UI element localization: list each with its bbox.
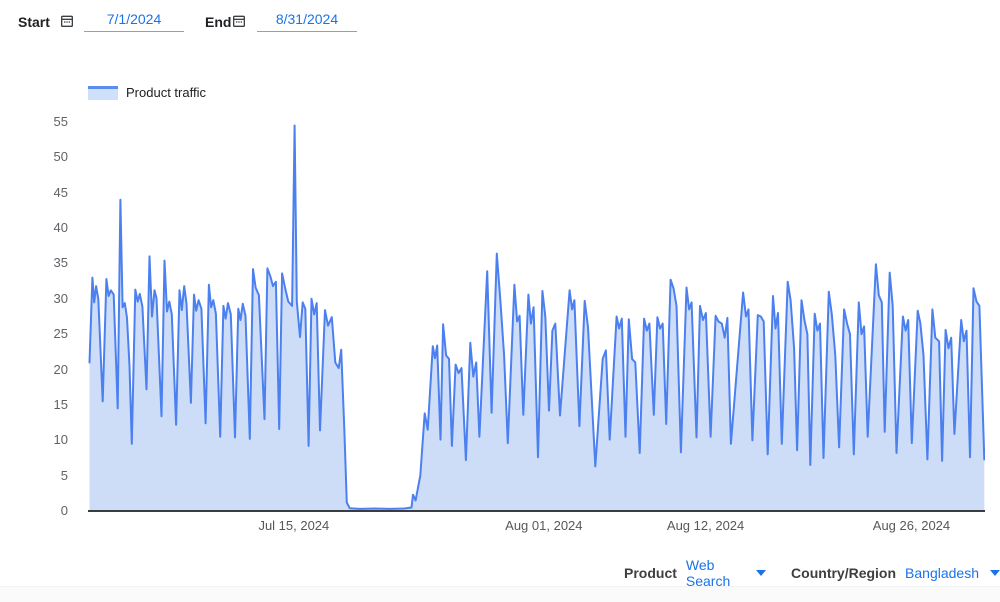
region-dropdown-arrow-icon[interactable] [990,570,1000,576]
product-select[interactable]: Web Search [686,557,745,589]
y-tick-label: 35 [34,255,68,271]
y-tick-label: 40 [34,220,68,236]
y-tick-label: 5 [34,468,68,484]
y-tick-label: 25 [34,326,68,342]
y-tick-label: 0 [34,503,68,519]
product-dropdown-arrow-icon[interactable] [756,570,766,576]
start-date-input[interactable] [84,11,184,32]
end-date-label: End [205,14,231,30]
x-tick-label: Aug 01, 2024 [494,518,594,534]
chart-filters: Product Web Search Country/Region Bangla… [624,557,1000,589]
x-axis-line [88,510,985,512]
x-tick-label: Jul 15, 2024 [244,518,344,534]
area-chart-svg [88,122,985,511]
legend-label: Product traffic [126,85,206,100]
y-tick-label: 10 [34,432,68,448]
chart-legend: Product traffic [88,85,206,100]
x-tick-label: Aug 12, 2024 [656,518,756,534]
y-tick-label: 15 [34,397,68,413]
y-tick-label: 50 [34,149,68,165]
region-label: Country/Region [791,565,896,581]
end-calendar-icon[interactable] [231,13,247,29]
next-section-divider [0,586,1000,602]
traffic-area-chart[interactable] [88,122,985,511]
start-date-label: Start [18,14,50,30]
start-calendar-icon[interactable] [59,13,75,29]
product-label: Product [624,565,677,581]
region-select[interactable]: Bangladesh [905,565,979,581]
y-tick-label: 30 [34,291,68,307]
y-tick-label: 55 [34,114,68,130]
legend-area-swatch-icon [88,86,118,100]
y-tick-label: 45 [34,185,68,201]
y-tick-label: 20 [34,362,68,378]
end-date-input[interactable] [257,11,357,32]
x-tick-label: Aug 26, 2024 [861,518,961,534]
